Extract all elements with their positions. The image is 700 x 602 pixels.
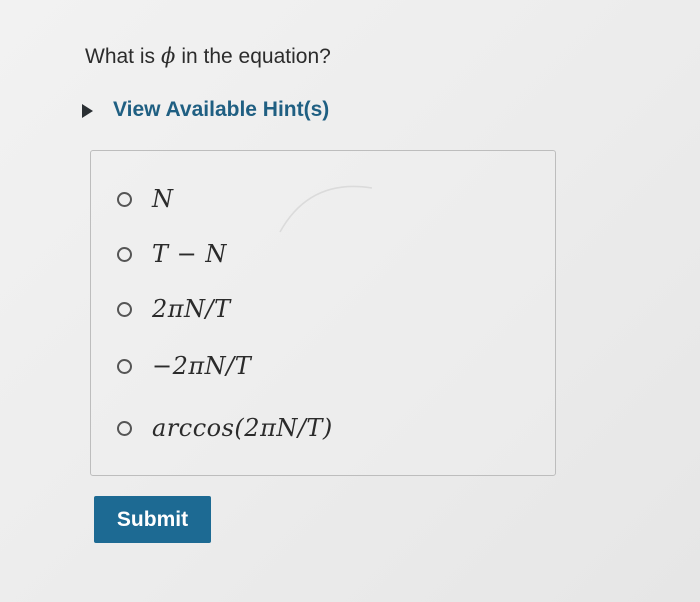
view-hints-label: View Available Hint(s) — [113, 98, 330, 121]
radio-button-icon[interactable] — [117, 358, 132, 374]
option-4[interactable]: arccos(2πN/T) — [117, 414, 333, 442]
option-label: N — [152, 185, 174, 213]
radio-button-icon[interactable] — [117, 301, 132, 317]
option-1[interactable]: T − N — [117, 240, 227, 268]
question-text: What is ϕ in the equation? — [85, 44, 331, 69]
option-label: −2πN/T — [152, 352, 252, 380]
option-0[interactable]: N — [117, 185, 174, 213]
option-label: arccos(2πN/T) — [152, 414, 333, 442]
question-prefix: What is — [85, 45, 156, 68]
answer-options-group: N T − N 2πN/T −2πN/T arccos(2πN/T) — [90, 150, 556, 476]
option-label: 2πN/T — [152, 295, 231, 323]
submit-button[interactable]: Submit — [94, 496, 211, 543]
question-suffix: in the equation? — [181, 45, 331, 68]
caret-right-icon — [82, 103, 93, 118]
option-3[interactable]: −2πN/T — [117, 352, 251, 380]
radio-button-icon[interactable] — [117, 191, 132, 207]
option-label: T − N — [152, 240, 227, 268]
view-hints-toggle[interactable]: View Available Hint(s) — [82, 98, 329, 122]
radio-button-icon[interactable] — [117, 420, 132, 436]
option-2[interactable]: 2πN/T — [117, 295, 231, 323]
radio-button-icon[interactable] — [117, 246, 132, 262]
question-variable: ϕ — [161, 44, 176, 68]
